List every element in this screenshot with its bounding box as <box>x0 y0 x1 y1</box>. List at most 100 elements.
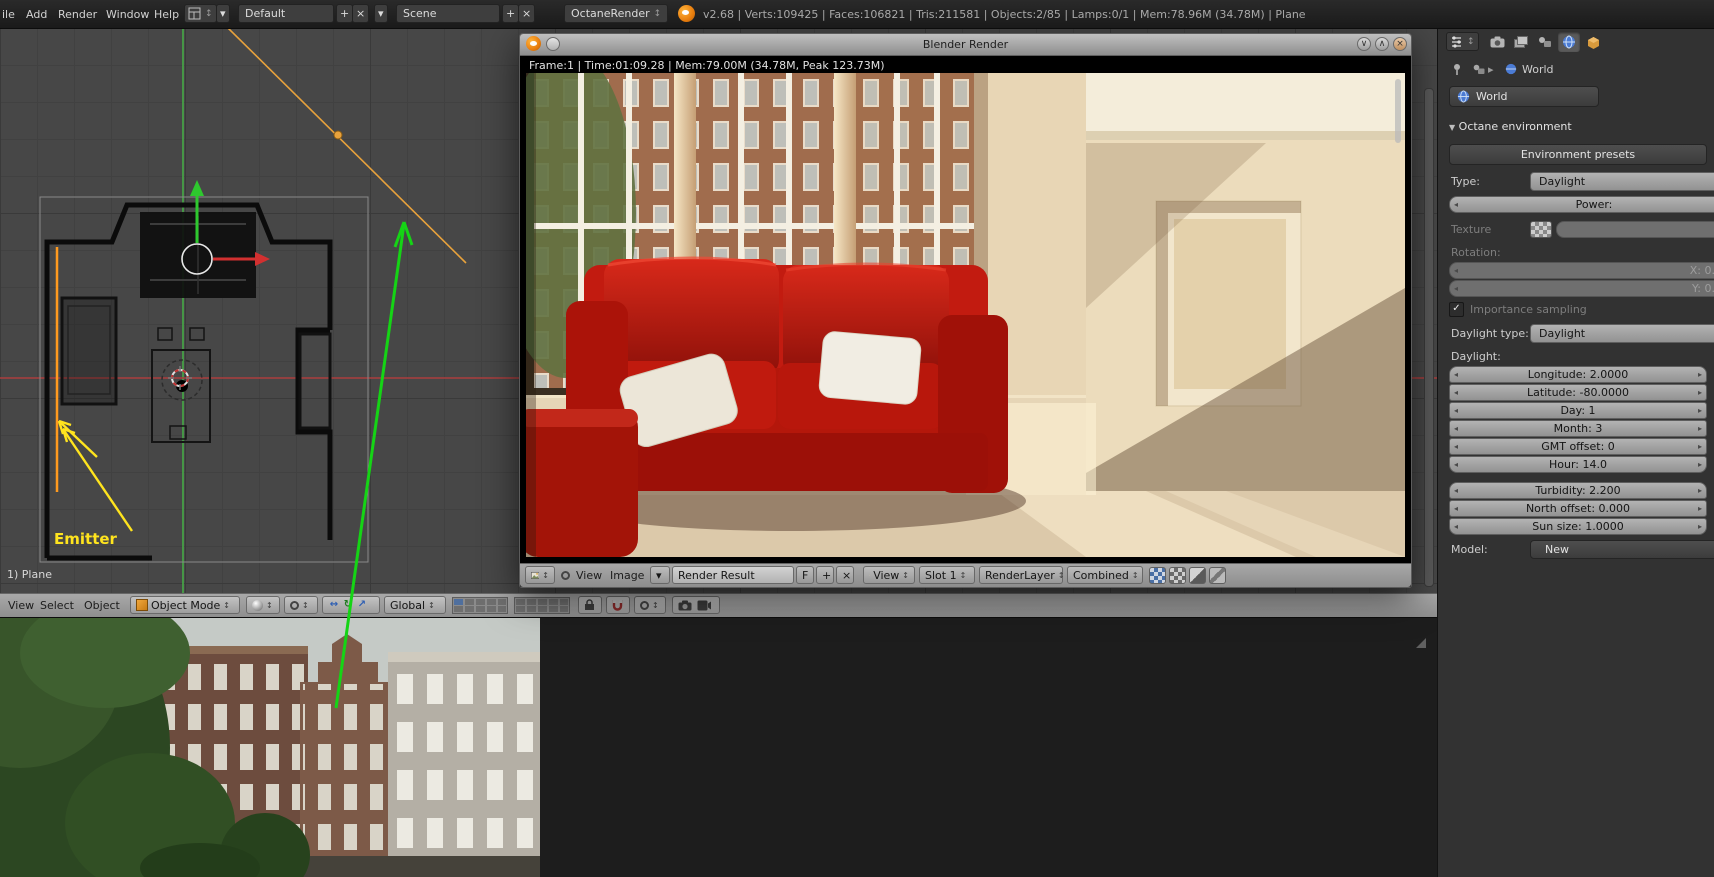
cabinet-plan[interactable] <box>60 296 118 406</box>
viewport-menu-view[interactable]: View <box>8 599 34 612</box>
layout-delete-button[interactable]: × <box>352 4 370 23</box>
texture-field[interactable] <box>1556 221 1714 238</box>
longitude-slider[interactable]: ◂ Longitude: 2.0000 ▸ <box>1449 366 1707 383</box>
window-minimize-button[interactable]: ∨ <box>1357 37 1371 51</box>
model-new-button[interactable]: New <box>1530 540 1714 559</box>
layer-buttons[interactable] <box>452 597 570 614</box>
color-management-toggle[interactable] <box>1209 567 1226 584</box>
menu-window[interactable]: Window <box>106 8 149 21</box>
lock-to-scene-button[interactable] <box>578 596 602 614</box>
turbidity-slider[interactable]: ◂ Turbidity: 2.200 ▸ <box>1449 482 1707 499</box>
importance-sampling-checkbox[interactable]: ✓ <box>1449 302 1464 317</box>
north-offset-slider[interactable]: ◂ North offset: 0.000 ▸ <box>1449 500 1707 517</box>
environment-type-dropdown[interactable]: Daylight <box>1530 172 1714 191</box>
scene-browse-button[interactable]: ▾ <box>374 4 388 23</box>
image-unlink-button[interactable]: × <box>836 566 854 584</box>
alpha-checker-toggle[interactable] <box>1149 567 1166 584</box>
rotation-x-slider[interactable]: ◂X: 0.0 <box>1449 262 1714 279</box>
daylight-type-dropdown[interactable]: Daylight <box>1530 324 1714 343</box>
day-slider[interactable]: ◂ Day: 1 ▸ <box>1449 402 1707 419</box>
orientation-dropdown[interactable]: Global ↕ <box>384 596 446 614</box>
tab-world[interactable] <box>1558 32 1580 52</box>
latitude-slider[interactable]: ◂ Latitude: -80.0000 ▸ <box>1449 384 1707 401</box>
tab-object[interactable] <box>1582 32 1604 52</box>
render-shortcut-buttons[interactable] <box>672 596 720 614</box>
menu-file[interactable]: ile <box>2 8 15 21</box>
scale-axis-icon[interactable]: ↗ <box>356 599 368 611</box>
scene-delete-button[interactable]: × <box>518 4 536 23</box>
uv-image-editor[interactable] <box>0 617 1437 877</box>
tab-render[interactable] <box>1486 32 1508 52</box>
updown-icon: ↕ <box>223 600 230 610</box>
image-browse-button[interactable]: ▾ <box>650 566 670 584</box>
image-new-button[interactable]: + <box>816 566 834 584</box>
display-mode-dropdown[interactable]: View ↕ <box>863 566 915 584</box>
world-datablock-field[interactable]: World <box>1449 86 1599 107</box>
render-pass-dropdown[interactable]: Combined ↕ <box>1067 566 1143 584</box>
scene-name-field[interactable]: Scene <box>396 4 500 23</box>
texture-checker-button[interactable] <box>1530 221 1552 238</box>
pivot-dropdown[interactable]: ↕ <box>284 596 318 614</box>
viewport-menu-select[interactable]: Select <box>40 599 74 612</box>
alpha-toggle[interactable] <box>1169 567 1186 584</box>
section-octane-environment[interactable]: ▼ Octane environment <box>1449 120 1572 133</box>
scene-statistics: v2.68 | Verts:109425 | Faces:106821 | Tr… <box>703 8 1306 21</box>
menu-render[interactable]: Render <box>58 8 97 21</box>
render-menu-view[interactable]: View <box>576 569 602 582</box>
render-menu-image[interactable]: Image <box>610 569 644 582</box>
menu-help[interactable]: Help <box>154 8 179 21</box>
sun-size-slider[interactable]: ◂ Sun size: 1.0000 ▸ <box>1449 518 1707 535</box>
scene-add-button[interactable]: + <box>502 4 520 23</box>
fake-user-button[interactable]: F <box>796 566 814 584</box>
power-slider[interactable]: ◂ Power: ▸ <box>1449 196 1714 213</box>
active-layer[interactable] <box>454 599 463 605</box>
hour-slider[interactable]: ◂ Hour: 14.0 ▸ <box>1449 456 1707 473</box>
mode-dropdown[interactable]: Object Mode ↕ <box>130 596 240 614</box>
tab-render-layers[interactable] <box>1510 32 1532 52</box>
pin-id-button[interactable] <box>1446 59 1468 79</box>
environment-presets-button[interactable]: Environment presets <box>1449 144 1707 165</box>
render-layer-dropdown[interactable]: RenderLayer ↕ <box>979 566 1065 584</box>
rotate-axis-icon[interactable]: ↻ <box>342 599 354 611</box>
tab-scene[interactable] <box>1534 32 1556 52</box>
layout-add-button[interactable]: + <box>336 4 354 23</box>
translate-axis-icon[interactable]: ↔ <box>328 599 340 611</box>
render-window-titlebar[interactable]: Blender Render ∨ ∧ × <box>520 34 1411 56</box>
editor-type-button[interactable]: ↕ <box>525 566 555 584</box>
properties-editor-type-button[interactable]: ↕ <box>1446 32 1479 51</box>
snap-element-dropdown[interactable]: ↕ <box>634 596 666 614</box>
magnet-icon <box>612 600 623 611</box>
sun-handle[interactable] <box>333 130 343 140</box>
render-image-scrollbar[interactable] <box>1395 79 1401 143</box>
editor-corner-widget[interactable] <box>1416 638 1426 648</box>
snap-toggle-button[interactable] <box>606 596 630 614</box>
properties-editor-icon <box>1452 36 1461 48</box>
viewport-shading-dropdown[interactable]: ↕ <box>246 596 280 614</box>
breadcrumb-separator: ▸ <box>1488 63 1494 76</box>
image-datablock-field[interactable]: Render Result <box>672 566 794 584</box>
slot-dropdown[interactable]: Slot 1 ↕ <box>919 566 975 584</box>
zbuffer-toggle[interactable] <box>1189 567 1206 584</box>
menu-add[interactable]: Add <box>26 8 47 21</box>
manipulator-toggles[interactable]: ↔ ↻ ↗ <box>322 596 380 614</box>
viewport-menu-object[interactable]: Object <box>84 599 120 612</box>
reference-photo <box>0 618 540 877</box>
viewport-scrollbar[interactable] <box>1424 88 1434 587</box>
render-engine-dropdown[interactable]: OctaneRender ↕ <box>564 4 668 23</box>
window-close-button[interactable]: × <box>1393 37 1407 51</box>
emitter-annotation-label: Emitter <box>54 530 117 548</box>
pin-toggle-icon[interactable] <box>561 571 570 580</box>
daylight-label: Daylight: <box>1451 350 1501 363</box>
layout-browse-button[interactable]: ▾ <box>216 4 230 23</box>
window-maximize-button[interactable]: ∧ <box>1375 37 1389 51</box>
gmt-offset-slider[interactable]: ◂ GMT offset: 0 ▸ <box>1449 438 1707 455</box>
month-slider[interactable]: ◂ Month: 3 ▸ <box>1449 420 1707 437</box>
cursor-3d[interactable] <box>168 366 192 390</box>
rotation-y-slider[interactable]: ◂Y: 0.0 <box>1449 280 1714 297</box>
importance-sampling-label: Importance sampling <box>1470 303 1587 316</box>
active-object-info: 1) Plane <box>7 568 52 581</box>
pin-icon <box>1454 64 1460 75</box>
editor-type-button[interactable]: ↕ <box>184 4 217 23</box>
layout-name-field[interactable]: Default <box>238 4 334 23</box>
render-window[interactable]: Blender Render ∨ ∧ × Frame:1 | Time:01:0… <box>519 33 1412 588</box>
